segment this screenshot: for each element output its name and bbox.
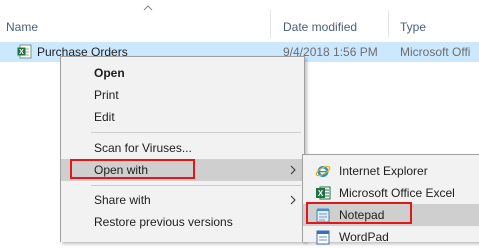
menu-divider	[91, 185, 301, 186]
menu-item-print[interactable]: Print	[61, 84, 304, 106]
internet-explorer-icon	[315, 165, 331, 177]
submenu-item-internet-explorer[interactable]: Internet Explorer	[303, 160, 479, 182]
excel-icon: X	[316, 186, 331, 200]
submenu-item-microsoft-office-excel[interactable]: X Microsoft Office Excel	[303, 182, 479, 204]
wordpad-icon	[316, 230, 330, 245]
menu-item-label: Share with	[94, 193, 151, 207]
context-menu: Open Print Edit Scan for Viruses... Open…	[60, 56, 305, 242]
column-date-modified[interactable]: Date modified	[283, 20, 357, 34]
column-name[interactable]: Name	[6, 20, 38, 34]
file-type: Microsoft Offi	[400, 45, 471, 59]
menu-item-share-with[interactable]: Share with	[61, 189, 304, 211]
column-divider[interactable]	[270, 10, 271, 38]
chevron-right-icon	[290, 165, 296, 175]
submenu-item-label: Microsoft Office Excel	[339, 186, 455, 200]
chevron-right-icon	[290, 195, 296, 205]
column-type[interactable]: Type	[400, 20, 426, 34]
menu-item-label: Print	[94, 88, 119, 102]
annotation-box-open-with	[70, 159, 195, 179]
submenu-item-label: Internet Explorer	[339, 164, 428, 178]
column-header: Name Date modified Type	[0, 0, 479, 38]
menu-item-open[interactable]: Open	[61, 62, 304, 84]
menu-item-label: Edit	[94, 110, 115, 124]
menu-item-label: Restore previous versions	[94, 215, 233, 229]
menu-item-label: Open	[94, 66, 125, 80]
open-with-submenu: Internet Explorer X Microsoft Office Exc…	[302, 154, 479, 245]
svg-text:X: X	[318, 189, 324, 198]
svg-text:X: X	[19, 49, 24, 56]
sort-ascending-icon[interactable]	[143, 5, 153, 11]
submenu-item-wordpad[interactable]: WordPad	[303, 226, 479, 248]
menu-item-edit[interactable]: Edit	[61, 106, 304, 128]
menu-item-scan-for-viruses[interactable]: Scan for Viruses...	[61, 137, 304, 159]
annotation-box-notepad	[306, 202, 412, 224]
excel-file-icon: X	[17, 44, 32, 59]
menu-item-restore-previous-versions[interactable]: Restore previous versions	[61, 211, 304, 233]
column-divider[interactable]	[388, 10, 389, 38]
submenu-item-label: WordPad	[339, 230, 389, 244]
menu-item-label: Scan for Viruses...	[94, 141, 192, 155]
menu-divider	[91, 132, 301, 133]
